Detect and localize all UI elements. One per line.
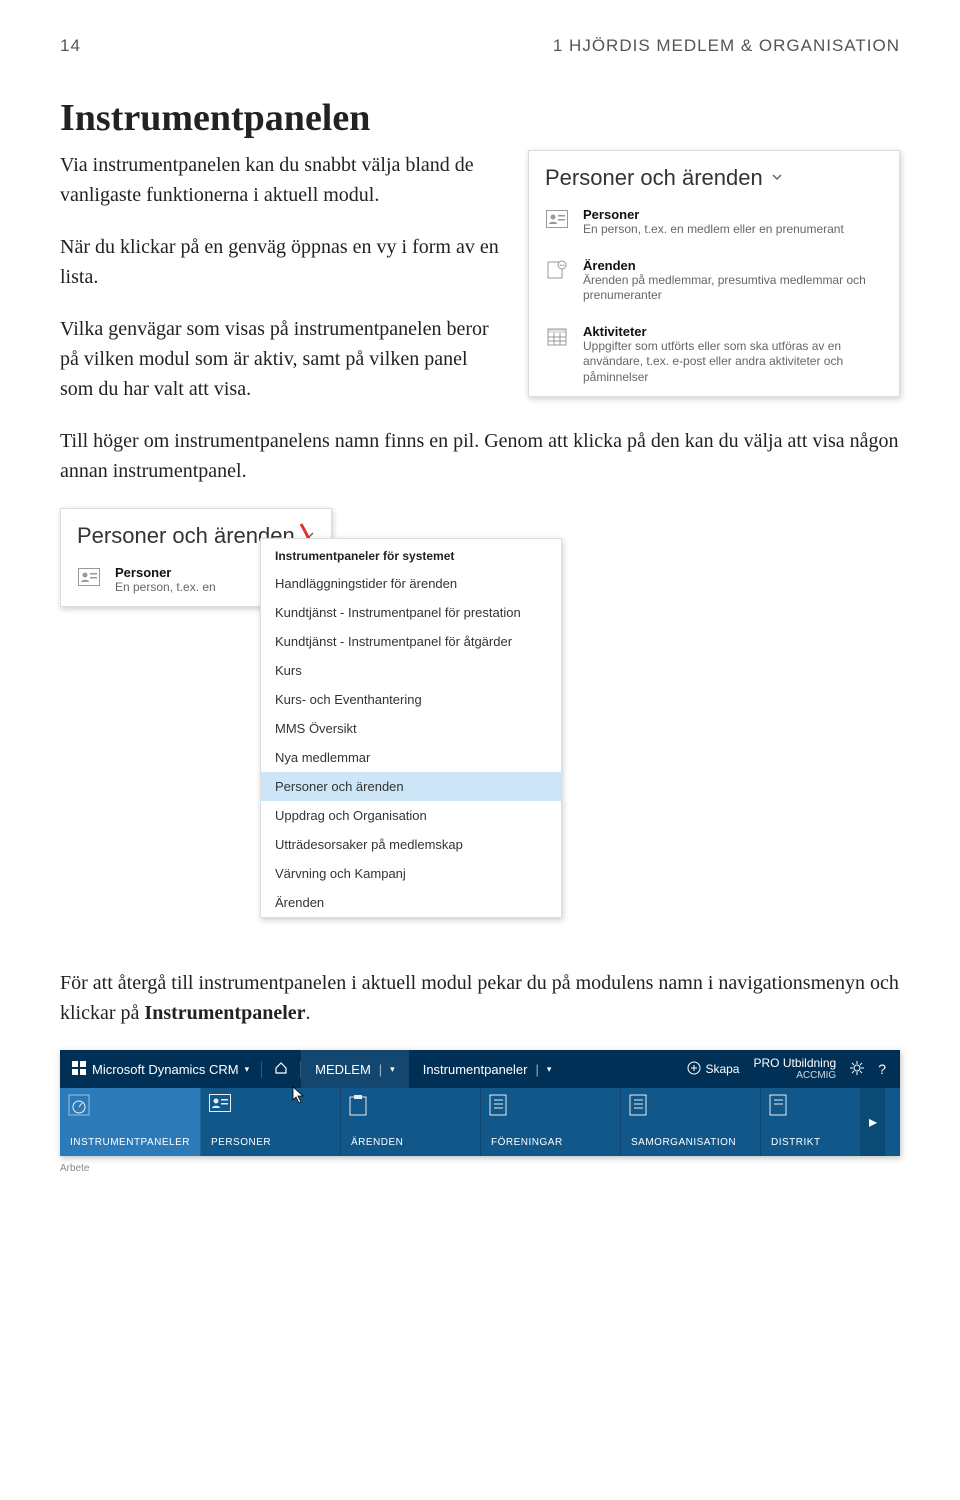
- body-paragraph: Vilka genvägar som visas på instrumentpa…: [60, 314, 504, 404]
- user-menu[interactable]: PRO Utbildning ACCMIG: [753, 1057, 836, 1081]
- menu-item[interactable]: Värvning och Kampanj: [261, 859, 561, 888]
- menu-item[interactable]: Handläggningstider för ärenden: [261, 569, 561, 598]
- home-button[interactable]: [261, 1061, 301, 1078]
- tile-personer[interactable]: PERSONER: [201, 1088, 341, 1156]
- panel-item-arenden[interactable]: ••• Ärenden Ärenden på medlemmar, presum…: [529, 248, 899, 314]
- body-paragraph: Till höger om instrumentpanelens namn fi…: [60, 426, 900, 486]
- dashboard-menu: Instrumentpaneler för systemet Handläggn…: [260, 538, 562, 918]
- create-label: Skapa: [705, 1062, 739, 1076]
- brand-label: Microsoft Dynamics CRM: [92, 1062, 239, 1077]
- panel-item-personer[interactable]: Personer En person, t.ex. en medlem elle…: [529, 197, 899, 248]
- panel-item-label: Personer: [115, 565, 216, 580]
- help-icon[interactable]: ?: [878, 1061, 886, 1077]
- section-title: Instrumentpanelen: [60, 96, 900, 140]
- nav-tab-label: MEDLEM: [315, 1062, 371, 1077]
- menu-item[interactable]: Kurs- och Eventhantering: [261, 685, 561, 714]
- chevron-down-icon: ▾: [245, 1064, 250, 1075]
- chevron-down-icon: [771, 170, 783, 186]
- tile-label: SAMORGANISATION: [631, 1137, 750, 1148]
- ticket-icon: •••: [545, 258, 569, 282]
- menu-item[interactable]: Kurs: [261, 656, 561, 685]
- sheet-icon: [489, 1094, 507, 1119]
- dynamics-logo-icon: [72, 1061, 86, 1078]
- running-head: 1 HJÖRDIS MEDLEM & ORGANISATION: [553, 36, 900, 56]
- cursor-icon: [292, 1086, 306, 1109]
- panel-item-label: Ärenden: [583, 258, 883, 273]
- page-number: 14: [60, 36, 81, 56]
- panel-item-label: Personer: [583, 207, 844, 222]
- tile-distrikt[interactable]: DISTRIKT: [761, 1088, 861, 1156]
- dropdown-figure: Personer och ärenden Personer En person,…: [60, 508, 700, 938]
- clipboard-icon: [349, 1094, 367, 1119]
- brand[interactable]: Microsoft Dynamics CRM ▾: [60, 1061, 261, 1078]
- tile-label: FÖRENINGAR: [491, 1137, 610, 1148]
- chevron-down-icon: ▾: [547, 1064, 552, 1075]
- panel-item-desc: Ärenden på medlemmar, presumtiva medlemm…: [583, 273, 883, 304]
- contact-card-icon: [209, 1094, 231, 1115]
- user-org: ACCMIG: [753, 1070, 836, 1081]
- plus-icon: [687, 1061, 701, 1078]
- body-paragraph-bold: Instrumentpaneler: [144, 1002, 305, 1024]
- tile-samorganisation[interactable]: SAMORGANISATION: [621, 1088, 761, 1156]
- contact-card-icon: [77, 565, 101, 589]
- menu-item[interactable]: Ärenden: [261, 888, 561, 917]
- user-name: PRO Utbildning: [753, 1057, 836, 1070]
- body-paragraph: .: [306, 1002, 311, 1024]
- menu-item[interactable]: MMS Översikt: [261, 714, 561, 743]
- tile-foreningar[interactable]: FÖRENINGAR: [481, 1088, 621, 1156]
- contact-card-icon: [545, 207, 569, 231]
- panel-item-desc: En person, t.ex. en: [115, 580, 216, 596]
- nav-tab-medlem[interactable]: MEDLEM | ▾: [301, 1050, 409, 1088]
- body-paragraph: När du klickar på en genväg öppnas en vy…: [60, 232, 504, 292]
- panel-title-dropdown[interactable]: Personer och ärenden: [529, 151, 899, 197]
- menu-item-selected[interactable]: Personer och ärenden: [261, 772, 561, 801]
- tile-instrumentpaneler[interactable]: INSTRUMENTPANELER: [60, 1088, 201, 1156]
- breadcrumb-instrumentpaneler[interactable]: Instrumentpaneler | ▾: [409, 1050, 566, 1088]
- settings-gear-icon[interactable]: [850, 1061, 864, 1078]
- menu-item[interactable]: Kundtjänst - Instrumentpanel för prestat…: [261, 598, 561, 627]
- nav-subline: Arbete: [60, 1163, 89, 1174]
- panel-item-label: Aktiviteter: [583, 324, 883, 339]
- scroll-right-button[interactable]: ▸: [861, 1088, 885, 1156]
- tile-label: PERSONER: [211, 1137, 330, 1148]
- body-paragraph: Via instrumentpanelen kan du snabbt välj…: [60, 150, 504, 210]
- panel-item-aktiviteter[interactable]: Aktiviteter Uppgifter som utförts eller …: [529, 314, 899, 396]
- panel-item-desc: En person, t.ex. en medlem eller en pren…: [583, 222, 844, 238]
- tile-arenden[interactable]: ÄRENDEN: [341, 1088, 481, 1156]
- tile-label: DISTRIKT: [771, 1137, 850, 1148]
- gauge-icon: [68, 1094, 90, 1119]
- calendar-icon: [545, 324, 569, 348]
- sheet-icon: [769, 1094, 787, 1119]
- panel-title: Personer och ärenden: [545, 165, 763, 191]
- menu-item[interactable]: Uppdrag och Organisation: [261, 801, 561, 830]
- create-button[interactable]: Skapa: [687, 1061, 739, 1078]
- chevron-down-icon: ▾: [390, 1064, 395, 1075]
- panel-personer-och-arenden: Personer och ärenden Personer En person,…: [528, 150, 900, 397]
- tile-label: INSTRUMENTPANELER: [70, 1137, 190, 1148]
- home-icon: [274, 1063, 288, 1078]
- menu-item[interactable]: Utträdesorsaker på medlemskap: [261, 830, 561, 859]
- tile-label: ÄRENDEN: [351, 1137, 470, 1148]
- sheet-icon: [629, 1094, 647, 1119]
- menu-item[interactable]: Kundtjänst - Instrumentpanel för åtgärde…: [261, 627, 561, 656]
- menu-item[interactable]: Nya medlemmar: [261, 743, 561, 772]
- crm-nav-bar: Microsoft Dynamics CRM ▾ MEDLEM | ▾ Inst…: [60, 1050, 900, 1156]
- svg-text:•••: •••: [559, 263, 565, 269]
- breadcrumb-label: Instrumentpaneler: [423, 1062, 528, 1077]
- menu-section-header: Instrumentpaneler för systemet: [261, 539, 561, 569]
- panel-item-desc: Uppgifter som utförts eller som ska utfö…: [583, 339, 883, 386]
- chevron-right-icon: ▸: [869, 1112, 877, 1132]
